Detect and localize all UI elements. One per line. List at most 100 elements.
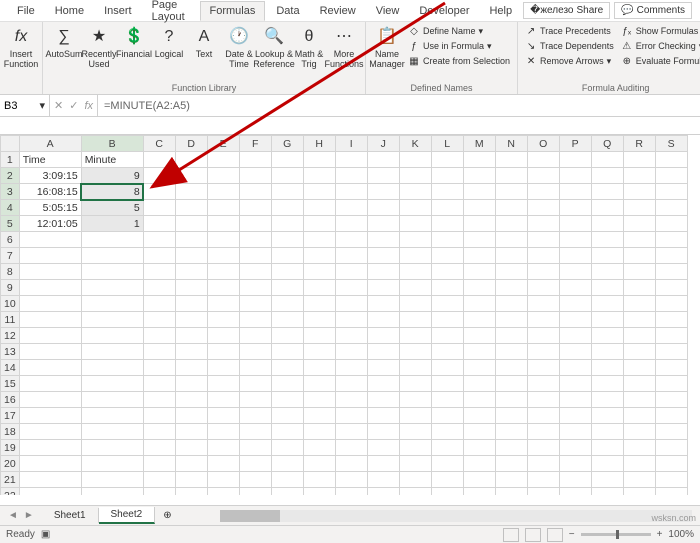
cell-P16[interactable] bbox=[559, 392, 591, 408]
row-header-9[interactable]: 9 bbox=[1, 280, 20, 296]
cell-N19[interactable] bbox=[495, 440, 527, 456]
cell-H20[interactable] bbox=[303, 456, 335, 472]
column-header-K[interactable]: K bbox=[399, 136, 431, 152]
cell-I14[interactable] bbox=[335, 360, 367, 376]
cell-N3[interactable] bbox=[495, 184, 527, 200]
cell-G6[interactable] bbox=[271, 232, 303, 248]
row-header-1[interactable]: 1 bbox=[1, 152, 20, 168]
cell-H21[interactable] bbox=[303, 472, 335, 488]
more-functions-button[interactable]: ⋯More Functions bbox=[327, 24, 361, 72]
row-header-15[interactable]: 15 bbox=[1, 376, 20, 392]
cell-M14[interactable] bbox=[463, 360, 495, 376]
cell-D22[interactable] bbox=[175, 488, 207, 496]
formula-bar[interactable]: =MINUTE(A2:A5) bbox=[98, 95, 700, 116]
cell-A13[interactable] bbox=[19, 344, 81, 360]
cell-M16[interactable] bbox=[463, 392, 495, 408]
cell-H3[interactable] bbox=[303, 184, 335, 200]
cell-H14[interactable] bbox=[303, 360, 335, 376]
cell-Q8[interactable] bbox=[591, 264, 623, 280]
cell-B7[interactable] bbox=[81, 248, 143, 264]
cell-O14[interactable] bbox=[527, 360, 559, 376]
logical-button[interactable]: ?Logical bbox=[152, 24, 186, 62]
cell-B15[interactable] bbox=[81, 376, 143, 392]
cell-Q17[interactable] bbox=[591, 408, 623, 424]
cell-B6[interactable] bbox=[81, 232, 143, 248]
cell-Q21[interactable] bbox=[591, 472, 623, 488]
cell-B21[interactable] bbox=[81, 472, 143, 488]
cell-F22[interactable] bbox=[239, 488, 271, 496]
cell-Q13[interactable] bbox=[591, 344, 623, 360]
cell-A17[interactable] bbox=[19, 408, 81, 424]
cell-C20[interactable] bbox=[143, 456, 175, 472]
cell-O12[interactable] bbox=[527, 328, 559, 344]
cell-J11[interactable] bbox=[367, 312, 399, 328]
cell-A1[interactable]: Time bbox=[19, 152, 81, 168]
cell-G19[interactable] bbox=[271, 440, 303, 456]
cell-J17[interactable] bbox=[367, 408, 399, 424]
cell-Q14[interactable] bbox=[591, 360, 623, 376]
cell-M6[interactable] bbox=[463, 232, 495, 248]
cell-L10[interactable] bbox=[431, 296, 463, 312]
cell-B20[interactable] bbox=[81, 456, 143, 472]
cell-C9[interactable] bbox=[143, 280, 175, 296]
cell-R13[interactable] bbox=[623, 344, 655, 360]
cell-F9[interactable] bbox=[239, 280, 271, 296]
show-formulas-button[interactable]: ƒₓShow Formulas bbox=[618, 24, 700, 38]
cell-M18[interactable] bbox=[463, 424, 495, 440]
nav-next-icon[interactable]: ► bbox=[24, 510, 34, 521]
cell-K15[interactable] bbox=[399, 376, 431, 392]
cell-J20[interactable] bbox=[367, 456, 399, 472]
cell-E17[interactable] bbox=[207, 408, 239, 424]
cell-Q10[interactable] bbox=[591, 296, 623, 312]
cell-E18[interactable] bbox=[207, 424, 239, 440]
cell-M19[interactable] bbox=[463, 440, 495, 456]
cell-F5[interactable] bbox=[239, 216, 271, 232]
cell-P20[interactable] bbox=[559, 456, 591, 472]
sheet-tab-sheet1[interactable]: Sheet1 bbox=[42, 508, 99, 523]
tab-view[interactable]: View bbox=[367, 2, 409, 20]
cell-S10[interactable] bbox=[655, 296, 687, 312]
cell-S7[interactable] bbox=[655, 248, 687, 264]
cell-G22[interactable] bbox=[271, 488, 303, 496]
cell-O3[interactable] bbox=[527, 184, 559, 200]
cell-K9[interactable] bbox=[399, 280, 431, 296]
cell-K1[interactable] bbox=[399, 152, 431, 168]
cell-K6[interactable] bbox=[399, 232, 431, 248]
cell-N13[interactable] bbox=[495, 344, 527, 360]
cell-L21[interactable] bbox=[431, 472, 463, 488]
cell-S20[interactable] bbox=[655, 456, 687, 472]
cell-R8[interactable] bbox=[623, 264, 655, 280]
cell-F17[interactable] bbox=[239, 408, 271, 424]
cell-I21[interactable] bbox=[335, 472, 367, 488]
cell-S11[interactable] bbox=[655, 312, 687, 328]
cell-O15[interactable] bbox=[527, 376, 559, 392]
trace-dependents-button[interactable]: ↘Trace Dependents bbox=[522, 39, 617, 53]
cell-K19[interactable] bbox=[399, 440, 431, 456]
cell-Q1[interactable] bbox=[591, 152, 623, 168]
row-header-16[interactable]: 16 bbox=[1, 392, 20, 408]
cell-E16[interactable] bbox=[207, 392, 239, 408]
cell-J12[interactable] bbox=[367, 328, 399, 344]
cell-J1[interactable] bbox=[367, 152, 399, 168]
cell-E11[interactable] bbox=[207, 312, 239, 328]
cell-H2[interactable] bbox=[303, 168, 335, 184]
row-header-21[interactable]: 21 bbox=[1, 472, 20, 488]
cell-P10[interactable] bbox=[559, 296, 591, 312]
cell-G1[interactable] bbox=[271, 152, 303, 168]
cell-R22[interactable] bbox=[623, 488, 655, 496]
cell-D6[interactable] bbox=[175, 232, 207, 248]
cell-Q7[interactable] bbox=[591, 248, 623, 264]
text-button[interactable]: AText bbox=[187, 24, 221, 62]
cell-M15[interactable] bbox=[463, 376, 495, 392]
column-header-L[interactable]: L bbox=[431, 136, 463, 152]
tab-help[interactable]: Help bbox=[480, 2, 521, 20]
cell-N15[interactable] bbox=[495, 376, 527, 392]
row-header-18[interactable]: 18 bbox=[1, 424, 20, 440]
cell-K4[interactable] bbox=[399, 200, 431, 216]
cell-E9[interactable] bbox=[207, 280, 239, 296]
cell-R3[interactable] bbox=[623, 184, 655, 200]
cell-D3[interactable] bbox=[175, 184, 207, 200]
cell-F6[interactable] bbox=[239, 232, 271, 248]
cell-E10[interactable] bbox=[207, 296, 239, 312]
cell-N11[interactable] bbox=[495, 312, 527, 328]
